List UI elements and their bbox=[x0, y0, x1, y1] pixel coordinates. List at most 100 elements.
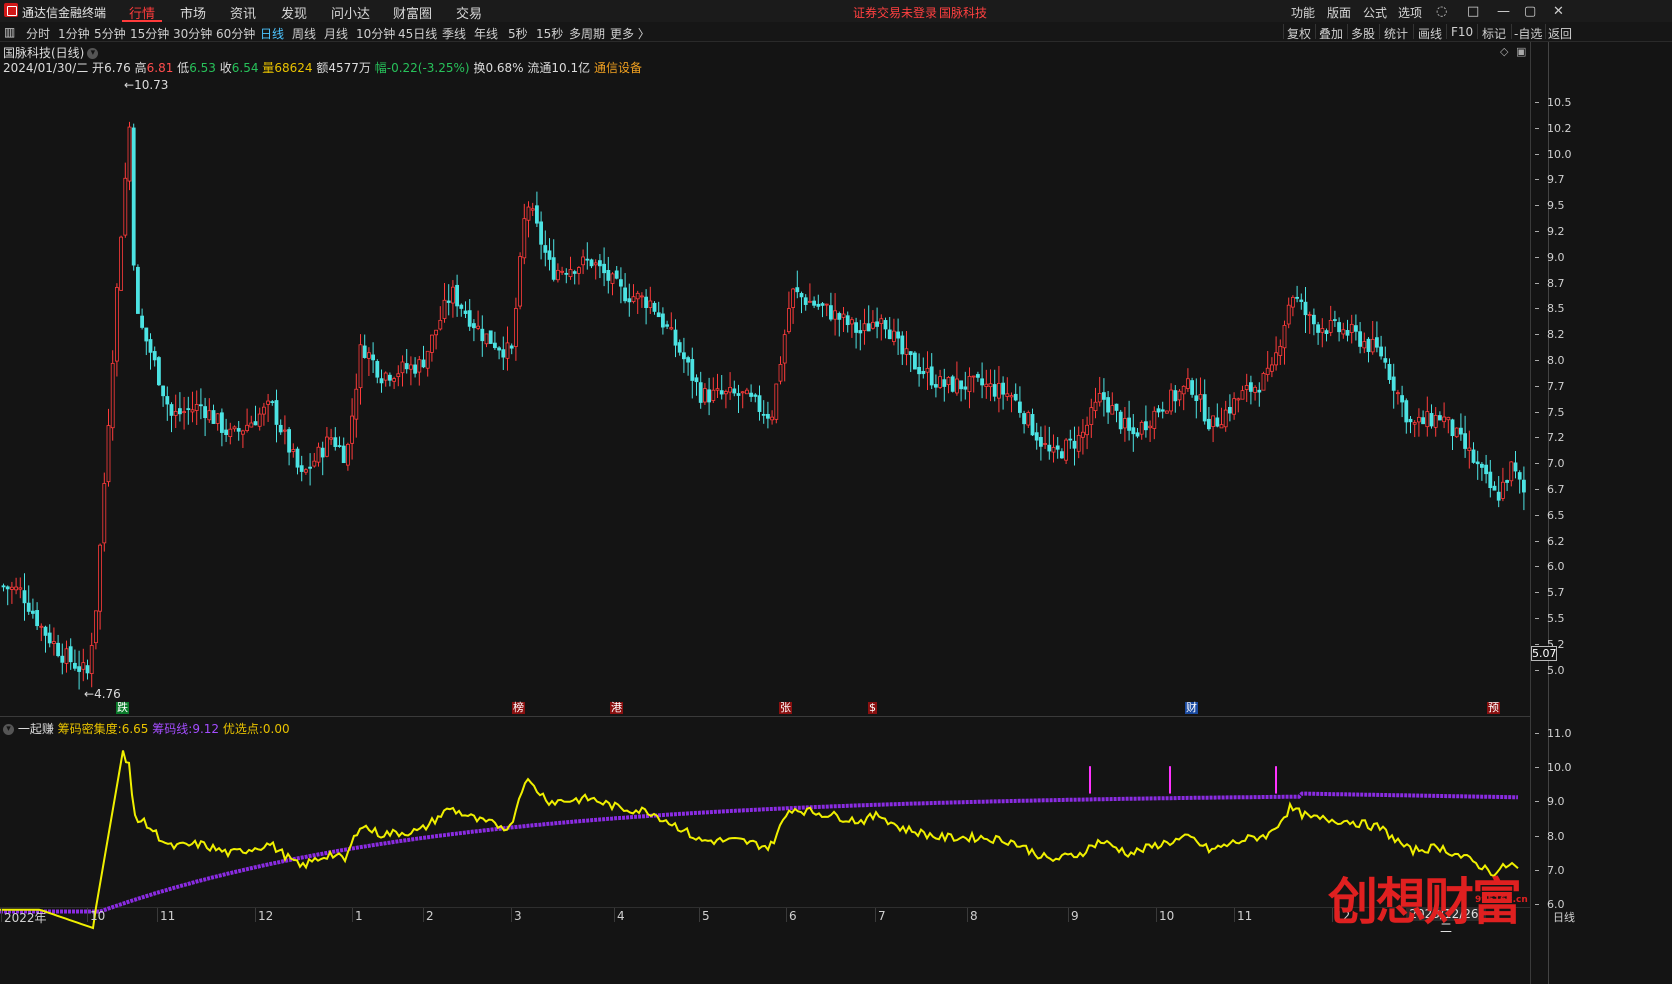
indicator-line3-value: 0.00 bbox=[262, 722, 290, 736]
candle-body bbox=[1160, 409, 1165, 412]
login-status[interactable]: 证券交易未登录 bbox=[853, 4, 937, 21]
tool-overlay[interactable]: 叠加 bbox=[1319, 25, 1343, 42]
event-marker[interactable]: 张 bbox=[779, 702, 792, 714]
candle-body bbox=[1152, 410, 1157, 429]
candle-body bbox=[1324, 330, 1329, 335]
candle-body bbox=[665, 324, 669, 327]
candle-body bbox=[1379, 346, 1383, 357]
menu-item-news[interactable]: 资讯 bbox=[230, 3, 256, 22]
menu-function[interactable]: 功能 bbox=[1291, 4, 1315, 21]
candle-body bbox=[707, 389, 711, 403]
sidebar-toggle-icon[interactable]: ▥ bbox=[4, 25, 15, 39]
menu-formula[interactable]: 公式 bbox=[1363, 4, 1387, 21]
period-daily[interactable]: 日线 bbox=[260, 25, 284, 42]
candle-body bbox=[1186, 378, 1190, 389]
candle-body bbox=[1471, 449, 1476, 463]
period-45day[interactable]: 45日线 bbox=[398, 25, 437, 42]
candle-body bbox=[1022, 413, 1026, 425]
chat-icon[interactable]: ◌ bbox=[1436, 4, 1447, 19]
candle-body bbox=[1085, 424, 1089, 436]
price-axis-label: 6.7 bbox=[1535, 483, 1565, 496]
candle-body bbox=[749, 392, 753, 397]
period-more[interactable]: 更多 〉 bbox=[610, 25, 650, 42]
candle-body bbox=[1026, 412, 1031, 426]
candle-body bbox=[1169, 389, 1173, 412]
period-10min[interactable]: 10分钟 bbox=[356, 25, 395, 42]
event-marker[interactable]: 财 bbox=[1185, 702, 1198, 714]
close-icon[interactable]: ✕ bbox=[1553, 4, 1564, 19]
period-quarter[interactable]: 季线 bbox=[442, 25, 466, 42]
candle-body bbox=[703, 388, 707, 403]
event-marker[interactable]: 跌 bbox=[116, 702, 129, 714]
period-multi[interactable]: 多周期 bbox=[569, 25, 605, 42]
candle-body bbox=[631, 296, 636, 303]
tool-mark[interactable]: 标记 bbox=[1482, 25, 1506, 42]
indicator-name[interactable]: 一起赚 bbox=[18, 722, 54, 736]
candle-body bbox=[434, 329, 439, 336]
candle-body bbox=[1123, 418, 1127, 429]
chevron-down-icon[interactable]: ▾ bbox=[3, 724, 14, 735]
candle-body bbox=[303, 469, 308, 473]
tool-remove-watchlist[interactable]: -自选 bbox=[1514, 25, 1542, 42]
tool-back[interactable]: 返回 bbox=[1548, 25, 1572, 42]
menu-item-markets[interactable]: 市场 bbox=[180, 3, 206, 22]
candle-body bbox=[64, 648, 69, 664]
tool-adjust[interactable]: 复权 bbox=[1287, 25, 1311, 42]
candle-body bbox=[186, 408, 191, 410]
period-5sec[interactable]: 5秒 bbox=[508, 25, 528, 42]
candle-body bbox=[1299, 299, 1304, 302]
candle-body bbox=[119, 236, 123, 291]
period-monthly[interactable]: 月线 bbox=[324, 25, 348, 42]
menu-item-trade[interactable]: 交易 bbox=[456, 3, 482, 22]
candle-body bbox=[425, 350, 430, 369]
tool-f10[interactable]: F10 bbox=[1451, 25, 1473, 39]
period-year[interactable]: 年线 bbox=[474, 25, 498, 42]
tool-stats[interactable]: 统计 bbox=[1384, 25, 1408, 42]
candle-body bbox=[169, 404, 174, 416]
candle-body bbox=[736, 393, 741, 396]
candle-body bbox=[1345, 330, 1350, 336]
period-60min[interactable]: 60分钟 bbox=[216, 25, 255, 42]
candle-body bbox=[1110, 405, 1115, 415]
candle-body bbox=[593, 262, 598, 266]
candle-body bbox=[148, 339, 153, 353]
period-weekly[interactable]: 周线 bbox=[292, 25, 316, 42]
tool-multi-stock[interactable]: 多股 bbox=[1351, 25, 1375, 42]
minimize-icon[interactable]: — bbox=[1497, 4, 1510, 19]
event-marker[interactable]: 港 bbox=[610, 702, 623, 714]
candle-body bbox=[959, 380, 963, 390]
tool-draw[interactable]: 画线 bbox=[1418, 25, 1442, 42]
skin-icon[interactable]: □ bbox=[1467, 4, 1479, 19]
candle-body bbox=[480, 328, 485, 342]
candle-body bbox=[518, 256, 522, 307]
kline-chart[interactable] bbox=[0, 42, 1530, 937]
menu-item-wealth[interactable]: 财富圈 bbox=[393, 3, 432, 22]
x-axis-label: 2022年 bbox=[4, 911, 47, 925]
period-5min[interactable]: 5分钟 bbox=[94, 25, 126, 42]
candle-body bbox=[366, 352, 371, 359]
menu-options[interactable]: 选项 bbox=[1398, 4, 1422, 21]
candle-body bbox=[770, 416, 774, 421]
period-15min[interactable]: 15分钟 bbox=[130, 25, 169, 42]
candle-body bbox=[724, 391, 728, 395]
divider bbox=[1315, 24, 1316, 39]
menu-layout[interactable]: 版面 bbox=[1327, 4, 1351, 21]
period-15sec[interactable]: 15秒 bbox=[536, 25, 563, 42]
current-price-box: 5.07 bbox=[1531, 646, 1557, 661]
candle-body bbox=[1177, 390, 1182, 401]
period-1min[interactable]: 1分钟 bbox=[58, 25, 90, 42]
candle-body bbox=[1408, 418, 1413, 423]
period-30min[interactable]: 30分钟 bbox=[173, 25, 212, 42]
menu-item-discover[interactable]: 发现 bbox=[281, 3, 307, 22]
candle-body bbox=[1463, 433, 1467, 449]
event-marker[interactable]: $ bbox=[868, 702, 877, 714]
maximize-icon[interactable]: ▢ bbox=[1524, 4, 1536, 19]
event-marker[interactable]: 预 bbox=[1487, 702, 1500, 714]
price-axis-label: 5.5 bbox=[1535, 612, 1565, 625]
candle-body bbox=[1387, 364, 1392, 380]
candle-body bbox=[60, 655, 65, 663]
menu-item-ask[interactable]: 问小达 bbox=[331, 3, 370, 22]
period-intraday[interactable]: 分时 bbox=[26, 25, 50, 42]
event-marker[interactable]: 榜 bbox=[512, 702, 525, 714]
candle-body bbox=[997, 382, 1001, 399]
